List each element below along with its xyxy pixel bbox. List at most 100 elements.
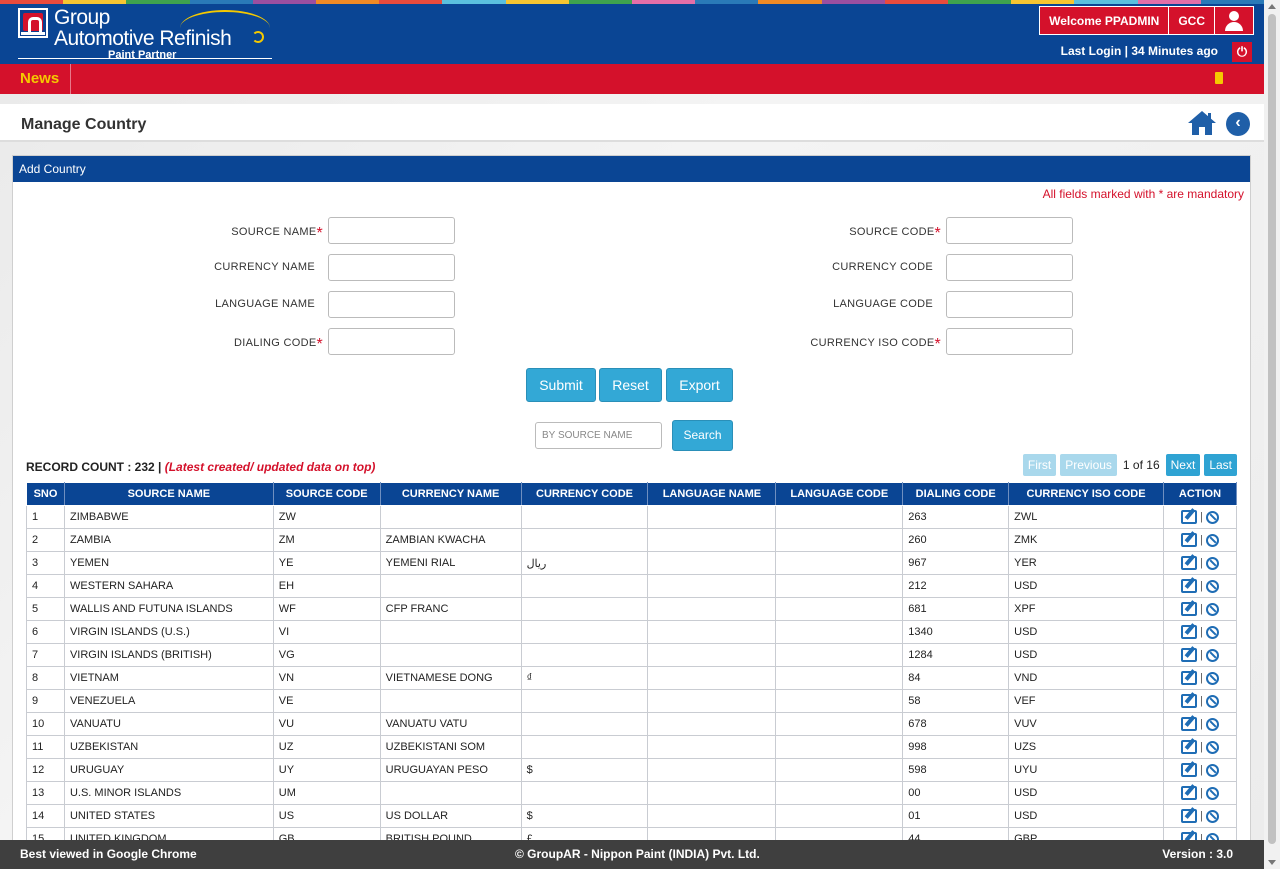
edit-icon[interactable] xyxy=(1181,694,1198,708)
table-cell xyxy=(775,804,904,828)
back-arrow-icon[interactable]: ‹ xyxy=(1226,112,1250,136)
table-cell: VANUATU VATU xyxy=(379,712,522,736)
currency-code-input[interactable] xyxy=(946,254,1073,281)
edit-icon[interactable] xyxy=(1181,809,1198,823)
edit-icon[interactable] xyxy=(1181,671,1198,685)
scrollbar-thumb[interactable] xyxy=(1268,14,1276,844)
brand-underline xyxy=(18,58,272,59)
logout-power-icon[interactable]: ⏻ xyxy=(1232,42,1252,62)
edit-icon[interactable] xyxy=(1181,556,1198,570)
edit-icon[interactable] xyxy=(1181,533,1198,547)
table-cell xyxy=(647,781,777,805)
first-page-button[interactable]: First xyxy=(1022,454,1057,476)
action-separator: | xyxy=(1200,741,1203,753)
page-scrollbar[interactable] xyxy=(1264,0,1280,869)
edit-icon[interactable] xyxy=(1181,763,1198,777)
table-cell: VU xyxy=(272,712,381,736)
last-page-button[interactable]: Last xyxy=(1204,454,1237,476)
footer-browser-note: Best viewed in Google Chrome xyxy=(20,847,197,861)
source-name-input[interactable] xyxy=(328,217,455,244)
region-selector[interactable]: GCC xyxy=(1169,7,1215,34)
currency-name-input[interactable] xyxy=(328,254,455,281)
table-cell xyxy=(775,781,904,805)
table-cell: YER xyxy=(1008,551,1164,575)
deactivate-icon[interactable] xyxy=(1205,602,1219,616)
table-cell: 11 xyxy=(26,735,65,759)
profile-button[interactable] xyxy=(1215,7,1253,34)
deactivate-icon[interactable] xyxy=(1205,625,1219,639)
next-page-button[interactable]: Next xyxy=(1165,454,1201,476)
table-cell: CFP FRANC xyxy=(379,597,522,621)
table-cell: UM xyxy=(272,781,381,805)
source-code-input[interactable] xyxy=(946,217,1073,244)
currency-iso-code-input[interactable] xyxy=(946,328,1073,355)
deactivate-icon[interactable] xyxy=(1205,694,1219,708)
deactivate-icon[interactable] xyxy=(1205,533,1219,547)
table-cell xyxy=(775,620,904,644)
deactivate-icon[interactable] xyxy=(1205,671,1219,685)
deactivate-icon[interactable] xyxy=(1205,717,1219,731)
record-count: RECORD COUNT : 232 | (Latest created/ up… xyxy=(26,460,375,474)
language-code-input[interactable] xyxy=(946,291,1073,318)
scroll-up-arrow-icon[interactable] xyxy=(1268,4,1276,9)
export-button[interactable]: Export xyxy=(666,368,733,402)
news-ticker-icon[interactable] xyxy=(1215,72,1223,84)
table-cell: $ xyxy=(520,758,649,782)
table-cell: ZIMBABWE xyxy=(63,505,274,529)
table-cell: U.S. MINOR ISLANDS xyxy=(63,781,274,805)
reset-button[interactable]: Reset xyxy=(599,368,662,402)
brand-tagline: Paint Partner xyxy=(108,49,177,61)
table-cell: VG xyxy=(272,643,381,667)
deactivate-icon[interactable] xyxy=(1205,510,1219,524)
edit-icon[interactable] xyxy=(1181,648,1198,662)
table-cell xyxy=(520,574,649,598)
table-cell xyxy=(647,735,777,759)
table-cell xyxy=(520,620,649,644)
news-bar: News xyxy=(0,64,1264,94)
deactivate-icon[interactable] xyxy=(1205,786,1219,800)
welcome-user[interactable]: Welcome PPADMIN xyxy=(1040,7,1170,34)
currency-name-label: CURRENCY NAME xyxy=(214,261,315,273)
language-name-input[interactable] xyxy=(328,291,455,318)
edit-icon[interactable] xyxy=(1181,625,1198,639)
table-cell xyxy=(520,643,649,667)
deactivate-icon[interactable] xyxy=(1205,556,1219,570)
news-label[interactable]: News xyxy=(0,64,71,94)
action-separator: | xyxy=(1200,810,1203,822)
submit-button[interactable]: Submit xyxy=(526,368,596,402)
deactivate-icon[interactable] xyxy=(1205,579,1219,593)
table-row: 11 UZBEKISTAN UZ UZBEKISTANI SOM 998 UZS | xyxy=(26,735,1238,759)
table-cell: 6 xyxy=(26,620,65,644)
edit-icon[interactable] xyxy=(1181,602,1198,616)
column-header: CURRENCY ISO CODE xyxy=(1008,482,1164,506)
search-input[interactable]: BY SOURCE NAME xyxy=(535,422,662,449)
previous-page-button[interactable]: Previous xyxy=(1060,454,1117,476)
table-cell: 4 xyxy=(26,574,65,598)
edit-icon[interactable] xyxy=(1181,786,1198,800)
column-header: LANGUAGE NAME xyxy=(647,482,777,506)
home-icon[interactable] xyxy=(1187,110,1217,136)
table-cell: 7 xyxy=(26,643,65,667)
table-header-row: SNO SOURCE NAME SOURCE CODE CURRENCY NAME CU… xyxy=(26,482,1238,506)
deactivate-icon[interactable] xyxy=(1205,648,1219,662)
language-name-label: LANGUAGE NAME xyxy=(215,298,315,310)
table-cell: YEMEN xyxy=(63,551,274,575)
column-header: SOURCE NAME xyxy=(63,482,274,506)
table-cell: EH xyxy=(272,574,381,598)
record-count-text: RECORD COUNT : 232 | xyxy=(26,460,162,474)
edit-icon[interactable] xyxy=(1181,579,1198,593)
nippon-logo[interactable] xyxy=(18,8,48,38)
deactivate-icon[interactable] xyxy=(1205,763,1219,777)
deactivate-icon[interactable] xyxy=(1205,740,1219,754)
last-login: Last Login | 34 Minutes ago xyxy=(1060,44,1218,58)
edit-icon[interactable] xyxy=(1181,717,1198,731)
edit-icon[interactable] xyxy=(1181,740,1198,754)
deactivate-icon[interactable] xyxy=(1205,809,1219,823)
edit-icon[interactable] xyxy=(1181,510,1198,524)
dialing-code-input[interactable] xyxy=(328,328,455,355)
table-cell xyxy=(647,804,777,828)
search-button[interactable]: Search xyxy=(672,420,733,451)
table-cell: UZS xyxy=(1008,735,1164,759)
scroll-down-arrow-icon[interactable] xyxy=(1268,860,1276,865)
action-cell: | xyxy=(1162,735,1238,759)
